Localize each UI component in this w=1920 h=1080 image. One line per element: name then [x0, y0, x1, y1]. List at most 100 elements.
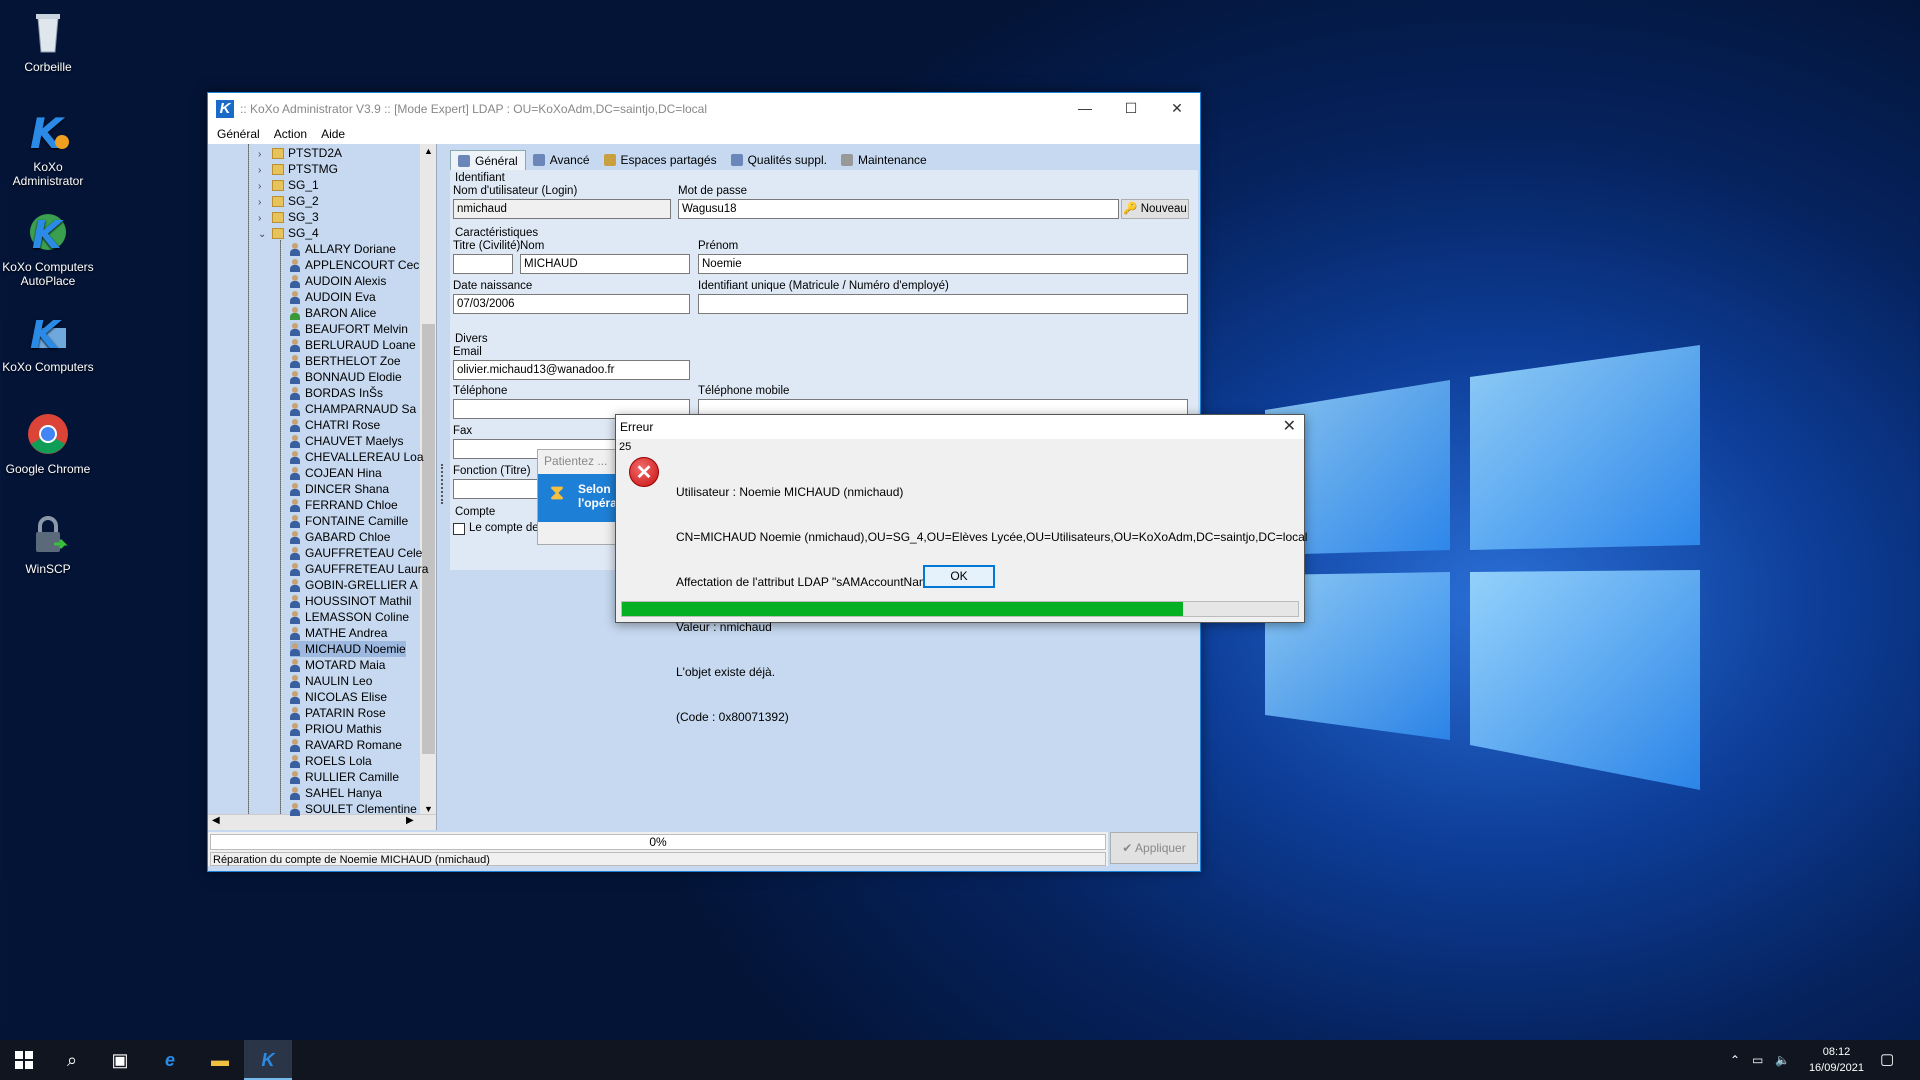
- tree-user-item[interactable]: RAVARD Romane: [290, 737, 402, 753]
- tree-user-item[interactable]: MICHAUD Noemie: [290, 641, 406, 657]
- tab-qualites[interactable]: Qualités suppl.: [724, 150, 834, 170]
- tree-user-item[interactable]: FONTAINE Camille: [290, 513, 408, 529]
- tree-folder[interactable]: ⌄ SG_4: [258, 225, 319, 241]
- tree-user-item[interactable]: CHEVALLEREAU Loa: [290, 449, 424, 465]
- tree-user-item[interactable]: NAULIN Leo: [290, 673, 372, 689]
- menu-general[interactable]: Général: [210, 127, 267, 141]
- tree-user-item[interactable]: BERTHELOT Zoe: [290, 353, 401, 369]
- tree-user-item[interactable]: MOTARD Maia: [290, 657, 385, 673]
- tree-folder[interactable]: › SG_2: [258, 193, 319, 209]
- tree-user-item[interactable]: BORDAS InŠs: [290, 385, 383, 401]
- tree-user-item[interactable]: HOUSSINOT Mathil: [290, 593, 411, 609]
- tab-espaces[interactable]: Espaces partagés: [597, 150, 724, 170]
- desktop-icon-koxo-admin[interactable]: K KoXo Administrator: [0, 108, 96, 188]
- email-field[interactable]: olivier.michaud13@wanadoo.fr: [453, 360, 690, 380]
- tree-guide-line: [280, 240, 281, 814]
- menu-aide[interactable]: Aide: [314, 127, 352, 141]
- tree-folder[interactable]: › SG_3: [258, 209, 319, 225]
- minimize-button[interactable]: —: [1062, 93, 1108, 124]
- tree-user-item[interactable]: COJEAN Hina: [290, 465, 382, 481]
- splitter-handle[interactable]: [438, 144, 446, 830]
- scroll-up-icon[interactable]: ▲: [420, 144, 436, 158]
- desktop-icon-koxo-autoplace[interactable]: K KoXo Computers AutoPlace: [0, 208, 96, 288]
- tree-user-item[interactable]: SAHEL Hanya: [290, 785, 382, 801]
- tree-user-item[interactable]: CHAUVET Maelys: [290, 433, 403, 449]
- volume-mute-icon[interactable]: 🔈: [1775, 1040, 1790, 1080]
- taskbar-explorer[interactable]: ▬: [196, 1040, 244, 1080]
- tree-user-item[interactable]: GAUFFRETEAU Laura: [290, 561, 428, 577]
- password-label: Mot de passe: [678, 185, 748, 197]
- tree-user-item[interactable]: LEMASSON Coline: [290, 609, 409, 625]
- chevron-down-icon[interactable]: ⌄: [258, 227, 272, 243]
- tree-user-item[interactable]: GABARD Chloe: [290, 529, 390, 545]
- scroll-down-icon[interactable]: ▼: [420, 804, 436, 814]
- user-tree[interactable]: ▲ ▼ ◀ ▶ › PTSTD2A › PTSTMG › SG_1 › SG_2 › SG_3 ⌄ S…: [208, 144, 437, 830]
- tree-user-item[interactable]: AUDOIN Eva: [290, 289, 376, 305]
- scroll-thumb[interactable]: [422, 324, 435, 754]
- tray-chevron-icon[interactable]: ⌃: [1730, 1040, 1740, 1080]
- ok-button[interactable]: OK: [923, 565, 995, 588]
- clock[interactable]: 08:12 16/09/2021: [1809, 1044, 1864, 1076]
- dialog-title-bar[interactable]: Erreur ✕: [616, 415, 1304, 439]
- user-icon: [458, 154, 470, 167]
- taskbar-koxo[interactable]: K: [244, 1040, 292, 1080]
- apply-button[interactable]: ✔ Appliquer: [1110, 832, 1198, 864]
- close-button[interactable]: ✕: [1154, 93, 1200, 124]
- naissance-field[interactable]: 07/03/2006: [453, 294, 690, 314]
- tree-user-item[interactable]: APPLENCOURT Cec: [290, 257, 419, 273]
- tree-user-item[interactable]: BEAUFORT Melvin: [290, 321, 408, 337]
- password-field[interactable]: Wagusu18: [678, 199, 1119, 219]
- tree-user-item[interactable]: GAUFFRETEAU Cele: [290, 545, 422, 561]
- tab-maintenance[interactable]: Maintenance: [834, 150, 934, 170]
- title-bar[interactable]: K :: KoXo Administrator V3.9 :: [Mode Ex…: [208, 93, 1200, 124]
- menu-action[interactable]: Action: [267, 127, 314, 141]
- tree-user-item[interactable]: GOBIN-GRELLIER A: [290, 577, 418, 593]
- desktop-icon-koxo-computers[interactable]: K KoXo Computers: [0, 308, 96, 374]
- prenom-field[interactable]: Noemie: [698, 254, 1188, 274]
- titre-field[interactable]: [453, 254, 513, 274]
- notification-icon[interactable]: ▢: [1880, 1040, 1894, 1080]
- tree-user-item[interactable]: BERLURAUD Loane: [290, 337, 416, 353]
- tree-folder[interactable]: › PTSTD2A: [258, 145, 342, 161]
- desktop-icon-winscp[interactable]: WinSCP: [0, 510, 96, 576]
- nouveau-button[interactable]: 🔑 Nouveau: [1121, 199, 1189, 219]
- tab-avance[interactable]: Avancé: [526, 150, 597, 170]
- tree-user-label: MATHE Andrea: [305, 626, 388, 640]
- desktop-icon-recycle-bin[interactable]: Corbeille: [0, 8, 96, 74]
- tree-user-item[interactable]: BARON Alice: [290, 305, 376, 321]
- tree-user-item[interactable]: AUDOIN Alexis: [290, 273, 386, 289]
- tree-user-item[interactable]: CHAMPARNAUD Sa: [290, 401, 416, 417]
- desktop-icon-chrome[interactable]: Google Chrome: [0, 410, 96, 476]
- tree-user-item[interactable]: SOULET Clementine: [290, 801, 417, 817]
- task-view-button[interactable]: ▣: [96, 1040, 144, 1080]
- network-icon[interactable]: ▭: [1752, 1040, 1763, 1080]
- tree-vertical-scrollbar[interactable]: ▲ ▼: [420, 144, 436, 814]
- nom-field[interactable]: MICHAUD: [520, 254, 690, 274]
- tree-user-item[interactable]: BONNAUD Elodie: [290, 369, 402, 385]
- tree-folder[interactable]: › SG_1: [258, 177, 319, 193]
- uid-field[interactable]: [698, 294, 1188, 314]
- tab-general[interactable]: Général: [450, 150, 526, 170]
- taskbar-ie[interactable]: e: [146, 1040, 194, 1080]
- login-field[interactable]: nmichaud: [453, 199, 671, 219]
- start-button[interactable]: [0, 1040, 48, 1080]
- tree-user-item[interactable]: ROELS Lola: [290, 753, 372, 769]
- tree-user-item[interactable]: ALLARY Doriane: [290, 241, 396, 257]
- search-icon: ⌕: [66, 1050, 78, 1070]
- winscp-icon: [24, 510, 72, 558]
- tree-user-item[interactable]: NICOLAS Elise: [290, 689, 387, 705]
- tree-user-item[interactable]: DINCER Shana: [290, 481, 389, 497]
- wait-operation-button[interactable]: ⧗ Selon l'opéra: [538, 474, 624, 522]
- search-button[interactable]: ⌕: [48, 1040, 96, 1080]
- maximize-button[interactable]: ☐: [1108, 93, 1154, 124]
- tree-user-item[interactable]: CHATRI Rose: [290, 417, 380, 433]
- compte-checkbox[interactable]: [453, 523, 465, 535]
- tree-user-item[interactable]: PATARIN Rose: [290, 705, 386, 721]
- tree-folder[interactable]: › PTSTMG: [258, 161, 338, 177]
- scroll-left-icon[interactable]: ◀: [212, 815, 220, 826]
- tree-user-item[interactable]: FERRAND Chloe: [290, 497, 398, 513]
- tree-user-item[interactable]: MATHE Andrea: [290, 625, 387, 641]
- tree-user-item[interactable]: PRIOU Mathis: [290, 721, 382, 737]
- dialog-close-button[interactable]: ✕: [1283, 415, 1296, 439]
- tree-user-item[interactable]: RULLIER Camille: [290, 769, 399, 785]
